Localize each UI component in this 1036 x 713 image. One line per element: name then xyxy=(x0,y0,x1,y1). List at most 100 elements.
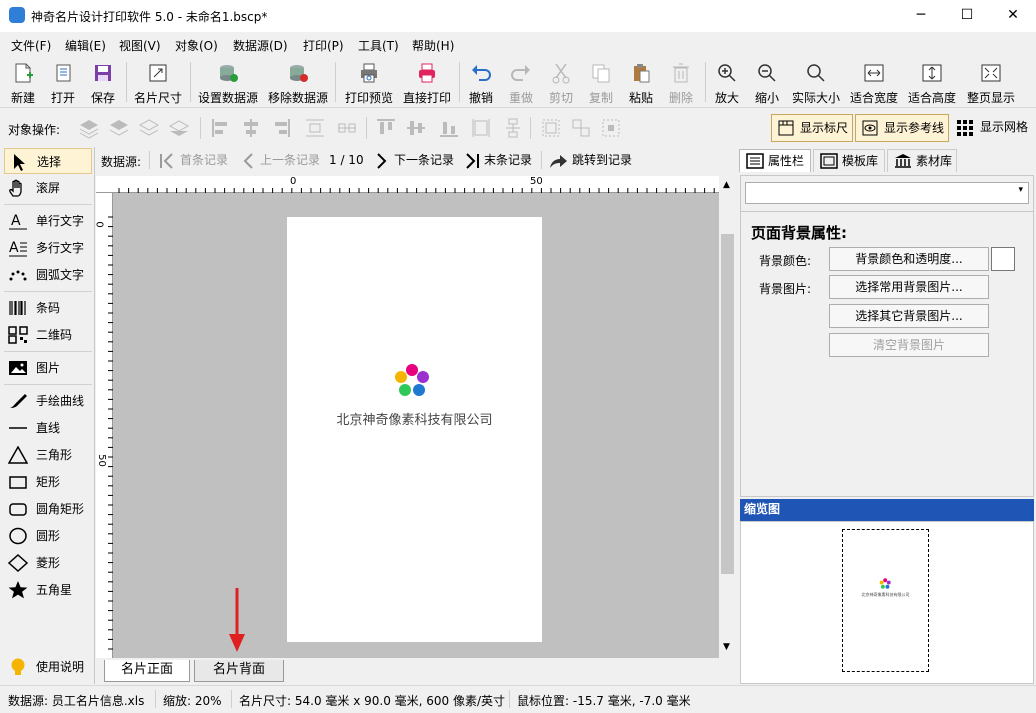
align-center-icon[interactable] xyxy=(240,117,262,139)
save-button[interactable]: 保存 xyxy=(84,59,122,105)
tool-arc-text[interactable]: 圆弧文字 xyxy=(4,262,92,288)
bring-to-front-icon[interactable] xyxy=(108,117,130,139)
print-preview-icon xyxy=(361,63,377,83)
clear-bg-button[interactable]: 清空背景图片 xyxy=(829,333,989,357)
group-icon[interactable] xyxy=(540,117,562,139)
status-separator xyxy=(155,690,156,708)
properties-content: ▾ 页面背景属性: 背景颜色: 背景颜色和透明度... 背景图片: 选择常用背景… xyxy=(740,175,1034,497)
card-size-button[interactable]: 名片尺寸 xyxy=(130,59,186,105)
align-middle-icon[interactable] xyxy=(405,117,427,139)
menu-edit[interactable]: 编辑(E) xyxy=(65,37,106,54)
tool-star[interactable]: 五角星 xyxy=(4,577,92,603)
object-select-dropdown[interactable]: ▾ xyxy=(745,182,1029,204)
distribute-vertical-icon[interactable] xyxy=(336,117,358,139)
bg-color-button[interactable]: 背景颜色和透明度... xyxy=(829,247,989,271)
tab-properties[interactable]: 属性栏 xyxy=(739,149,811,172)
tab-templates[interactable]: 模板库 xyxy=(813,149,885,172)
show-ruler-toggle[interactable]: 显示标尺 xyxy=(771,114,853,142)
business-card[interactable]: 北京神奇像素科技有限公司 xyxy=(287,217,542,642)
template-icon xyxy=(820,153,838,169)
fit-page-button[interactable]: 整页显示 xyxy=(963,59,1019,105)
same-height-icon[interactable] xyxy=(502,117,524,139)
distribute-horizontal-icon[interactable] xyxy=(304,117,326,139)
ungroup-icon[interactable] xyxy=(570,117,592,139)
menu-view[interactable]: 视图(V) xyxy=(119,37,161,54)
tool-rounded-rectangle[interactable]: 圆角矩形 xyxy=(4,496,92,522)
tool-triangle[interactable]: 三角形 xyxy=(4,442,92,468)
fit-height-button[interactable]: 适合高度 xyxy=(905,59,959,105)
tool-diamond[interactable]: 菱形 xyxy=(4,550,92,576)
print-preview-button[interactable]: 打印预览 xyxy=(341,59,397,105)
tab-materials[interactable]: 素材库 xyxy=(887,149,957,172)
redo-button[interactable]: 重做 xyxy=(503,59,539,105)
remove-datasource-button[interactable]: 移除数据源 xyxy=(265,59,331,105)
scroll-up-icon[interactable]: ▲ xyxy=(723,180,730,190)
new-button[interactable]: 新建 xyxy=(4,59,42,105)
align-bottom-icon[interactable] xyxy=(438,117,460,139)
bg-color-swatch[interactable] xyxy=(991,247,1015,271)
menu-help[interactable]: 帮助(H) xyxy=(412,37,454,54)
set-datasource-button[interactable]: 设置数据源 xyxy=(196,59,260,105)
bring-forward-icon[interactable] xyxy=(78,117,100,139)
show-guides-toggle[interactable]: 显示参考线 xyxy=(855,114,949,142)
show-grid-toggle[interactable]: 显示网格 xyxy=(953,114,1033,142)
fit-height-icon xyxy=(922,64,942,82)
scrollbar-thumb[interactable] xyxy=(721,234,734,574)
pick-common-bg-button[interactable]: 选择常用背景图片... xyxy=(829,275,989,299)
undo-button[interactable]: 撤销 xyxy=(463,59,499,105)
last-record-button[interactable]: 末条记录 xyxy=(464,151,532,171)
send-to-back-icon[interactable] xyxy=(168,117,190,139)
tool-rectangle[interactable]: 矩形 xyxy=(4,469,92,495)
pick-other-bg-button[interactable]: 选择其它背景图片... xyxy=(829,304,989,328)
align-left-icon[interactable] xyxy=(210,117,232,139)
status-bar: 数据源: 员工名片信息.xls 缩放: 20% 名片尺寸: 54.0 毫米 x … xyxy=(0,685,1036,713)
maximize-button[interactable]: ☐ xyxy=(944,0,990,32)
tab-card-front[interactable]: 名片正面 xyxy=(104,660,190,682)
tab-card-back[interactable]: 名片背面 xyxy=(194,660,284,682)
close-button[interactable]: ✕ xyxy=(990,0,1036,32)
zoom-out-button[interactable]: 缩小 xyxy=(749,59,785,105)
lock-icon[interactable] xyxy=(600,117,622,139)
zoom-in-button[interactable]: 放大 xyxy=(709,59,745,105)
menu-datasource[interactable]: 数据源(D) xyxy=(233,37,288,54)
tool-barcode[interactable]: 条码 xyxy=(4,295,92,321)
copy-button[interactable]: 复制 xyxy=(583,59,619,105)
open-button[interactable]: 打开 xyxy=(44,59,82,105)
fit-width-button[interactable]: 适合宽度 xyxy=(847,59,901,105)
next-record-button[interactable]: 下一条记录 xyxy=(374,151,454,171)
tool-select[interactable]: 选择 xyxy=(4,148,92,174)
tool-qrcode[interactable]: 二维码 xyxy=(4,322,92,348)
minimize-button[interactable]: ─ xyxy=(898,0,944,32)
tool-image[interactable]: 图片 xyxy=(4,355,92,381)
help-button[interactable]: 使用说明 xyxy=(4,654,92,680)
vertical-ruler: 0 50 xyxy=(94,193,113,658)
tool-circle[interactable]: 圆形 xyxy=(4,523,92,549)
paste-button[interactable]: 粘贴 xyxy=(623,59,659,105)
prev-record-button[interactable]: 上一条记录 xyxy=(240,151,320,171)
actual-size-button[interactable]: 实际大小 xyxy=(789,59,843,105)
ruler-label-0: 0 xyxy=(290,176,297,187)
menu-file[interactable]: 文件(F) xyxy=(11,37,51,54)
menu-print[interactable]: 打印(P) xyxy=(303,37,344,54)
tool-line[interactable]: 直线 xyxy=(4,415,92,441)
hand-icon xyxy=(9,179,22,197)
first-record-button[interactable]: 首条记录 xyxy=(158,151,228,171)
tool-scroll[interactable]: 滚屏 xyxy=(4,175,92,201)
scroll-down-icon[interactable]: ▼ xyxy=(723,642,730,652)
tool-multi-line-text[interactable]: A 多行文字 xyxy=(4,235,92,261)
direct-print-button[interactable]: 直接打印 xyxy=(399,59,455,105)
send-backward-icon[interactable] xyxy=(138,117,160,139)
jump-to-record-button[interactable]: 跳转到记录 xyxy=(548,151,632,171)
same-width-icon[interactable] xyxy=(470,117,492,139)
cut-button[interactable]: 剪切 xyxy=(543,59,579,105)
thumbnail-card[interactable]: 北京神奇像素科技有限公司 xyxy=(842,529,929,672)
canvas-scrollbar[interactable]: ▲ ▼ xyxy=(719,176,736,658)
thumbnail-view[interactable]: 北京神奇像素科技有限公司 xyxy=(740,521,1034,684)
menu-tools[interactable]: 工具(T) xyxy=(358,37,399,54)
align-right-icon[interactable] xyxy=(270,117,292,139)
tool-single-line-text[interactable]: A 单行文字 xyxy=(4,208,92,234)
menu-object[interactable]: 对象(O) xyxy=(175,37,218,54)
delete-button[interactable]: 删除 xyxy=(663,59,699,105)
tool-freehand[interactable]: 手绘曲线 xyxy=(4,388,92,414)
align-top-icon[interactable] xyxy=(375,117,397,139)
